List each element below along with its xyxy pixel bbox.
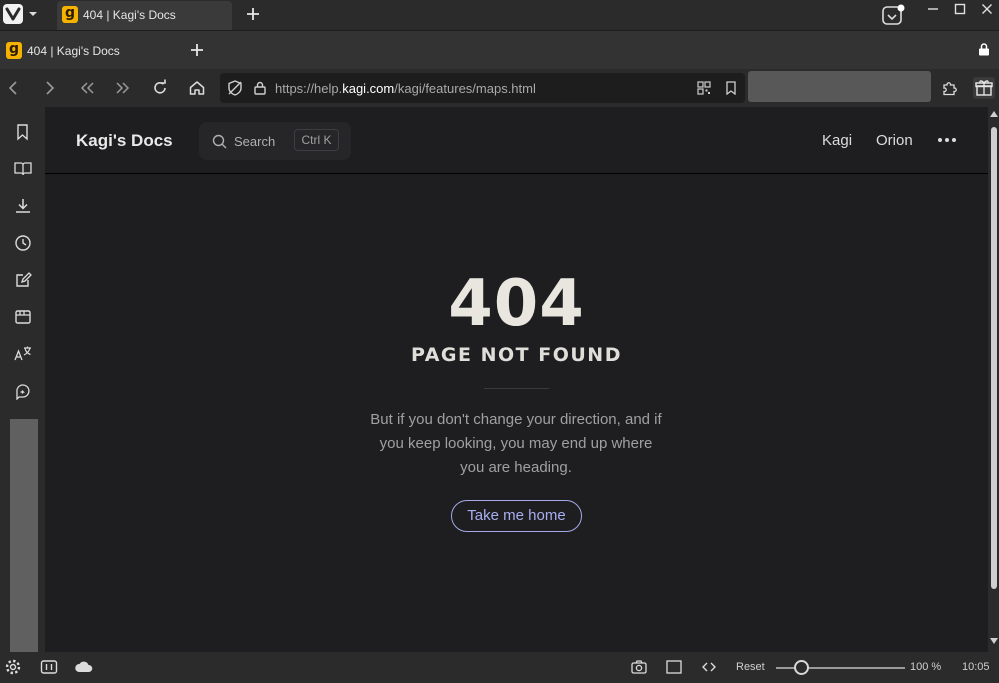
scroll-up-icon[interactable] [990,111,998,117]
chevron-down-icon[interactable] [27,6,39,22]
close-button[interactable] [981,3,993,15]
qr-code-icon[interactable] [697,81,711,95]
downloads-icon[interactable] [14,197,32,215]
vivaldi-logo-icon [5,7,21,21]
window-tab-bar: g 404 | Kagi's Docs [0,0,999,30]
gift-button[interactable] [973,77,995,99]
minimize-button[interactable] [927,3,939,15]
search-placeholder: Search [234,134,276,149]
capture-icon[interactable] [630,659,648,675]
tab-title: 404 | Kagi's Docs [27,44,120,58]
feed-icon[interactable] [14,382,32,400]
close-icon [982,4,992,14]
settings-icon[interactable] [4,659,22,675]
tiling-icon[interactable] [665,659,683,675]
scrollbar-thumb[interactable] [991,127,997,589]
divider [484,388,549,389]
reload-button[interactable] [151,79,169,97]
scroll-down-icon[interactable] [990,638,998,644]
tab-item[interactable]: g 404 | Kagi's Docs [0,31,175,69]
gift-icon [975,80,993,96]
reload-icon [154,79,166,94]
double-chevron-left-icon [80,82,94,94]
url-prefix: https://help. [275,81,343,96]
home-icon [189,81,205,95]
more-options-icon[interactable] [937,132,957,148]
plus-icon [191,44,203,56]
extensions-button[interactable] [941,79,959,97]
site-title[interactable]: Kagi's Docs [76,131,173,151]
page-actions-icon[interactable] [700,659,718,675]
chevron-left-icon [8,81,17,95]
rewind-button[interactable] [78,79,96,97]
tab-title: 404 | Kagi's Docs [83,8,176,22]
address-bar[interactable]: https://help.kagi.com/kagi/features/maps… [220,73,745,103]
nav-link-orion[interactable]: Orion [876,132,913,149]
url-path: /kagi/features/maps.html [394,81,536,96]
docs-search-button[interactable]: Search Ctrl K [199,122,351,160]
clock: 10:05 [962,661,990,673]
tab-active[interactable]: g 404 | Kagi's Docs [57,1,232,30]
forward-button[interactable] [41,79,59,97]
lock-icon[interactable] [254,81,266,95]
kagi-favicon-icon: g [62,6,78,23]
fast-forward-button[interactable] [114,79,132,97]
puzzle-icon [943,82,957,96]
minimize-icon [928,8,938,10]
error-code: 404 [448,267,585,341]
history-icon[interactable] [14,234,32,252]
page-scrollbar[interactable] [988,107,999,652]
status-bar: Reset 100 % 10:05 [0,652,999,683]
home-button[interactable] [188,79,206,97]
new-tab-button[interactable] [245,6,261,22]
zoom-reset-button[interactable]: Reset [736,661,765,673]
window-panel-icon[interactable] [14,308,32,326]
error-message: But if you don't change your direction, … [370,411,662,476]
maximize-icon [954,3,966,15]
plus-icon [247,8,259,20]
vivaldi-menu-button[interactable] [3,4,23,24]
nav-link-kagi[interactable]: Kagi [822,132,852,149]
zoom-slider-handle[interactable] [794,660,810,675]
lock-icon[interactable] [978,43,990,56]
back-button[interactable] [5,79,23,97]
chevron-right-icon [46,81,55,95]
tab-strip: g 404 | Kagi's Docs [0,31,999,69]
navigation-bar: https://help.kagi.com/kagi/features/maps… [0,69,999,107]
search-icon [212,134,227,149]
sidebar-scrollbar[interactable] [10,419,38,652]
notes-icon[interactable] [14,271,32,289]
search-shortcut-hint: Ctrl K [294,129,339,151]
bookmarks-icon[interactable] [14,123,32,141]
zoom-value: 100 % [910,661,942,673]
new-tab-button[interactable] [189,42,205,58]
docs-header: Kagi's Docs Search Ctrl K Kagi Orion [45,107,988,174]
reading-list-icon[interactable] [14,160,32,178]
double-chevron-right-icon [116,82,130,94]
search-field[interactable] [748,71,931,102]
panel-toggle-icon[interactable] [40,659,58,675]
translate-icon[interactable] [14,345,32,363]
url-text[interactable]: https://help.kagi.com/kagi/features/maps… [275,81,536,96]
kagi-favicon-icon: g [6,42,22,59]
url-domain: kagi.com [342,81,395,96]
tracker-blocker-icon[interactable] [226,79,244,97]
panel-sidebar [0,107,45,652]
bookmark-icon[interactable] [725,81,737,95]
cloud-sync-icon[interactable] [74,659,94,675]
maximize-button[interactable] [954,3,966,15]
take-me-home-button[interactable]: Take me home [451,500,582,532]
sync-status-button[interactable] [880,3,906,27]
sync-icon [882,4,905,25]
page-viewport: Kagi's Docs Search Ctrl K Kagi Orion 404… [45,107,988,652]
error-title: PAGE NOT FOUND [411,344,622,366]
